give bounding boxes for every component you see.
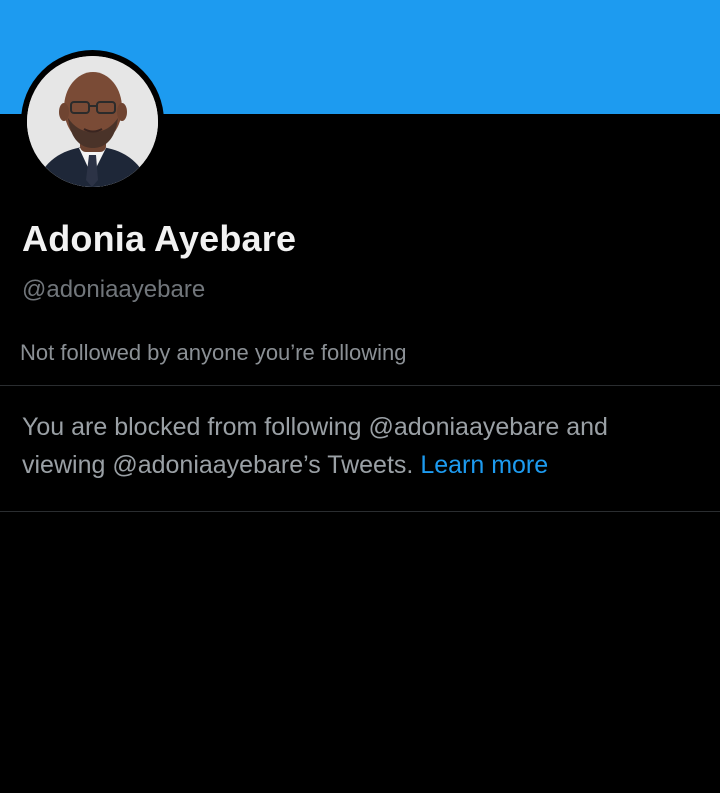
blocked-notice-line2: viewing @adoniaayebare’s Tweets. — [22, 451, 414, 479]
profile-handle: @adoniaayebare — [22, 276, 206, 303]
divider — [0, 385, 720, 386]
profile-display-name: Adonia Ayebare — [22, 218, 297, 259]
blocked-notice-line1: You are blocked from following @adoniaay… — [22, 413, 608, 441]
learn-more-link[interactable]: Learn more — [420, 451, 548, 479]
blocked-notice: You are blocked from following @adoniaay… — [22, 408, 712, 484]
profile-avatar[interactable] — [21, 50, 164, 193]
followers-you-know-note: Not followed by anyone you’re following — [20, 340, 407, 365]
divider — [0, 511, 720, 512]
avatar-photo — [27, 56, 158, 187]
avatar-portrait-image — [27, 56, 158, 187]
